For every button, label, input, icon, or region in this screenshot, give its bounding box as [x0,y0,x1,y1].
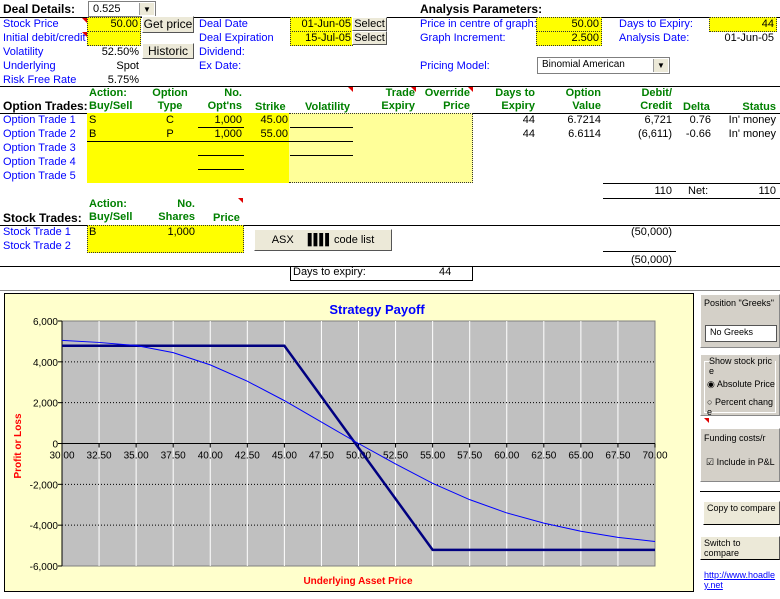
x-tick-label: 67.50 [605,451,630,462]
y-tick-label: -4,000 [30,521,59,532]
include-pl-checkbox[interactable]: ☑ Include in P&L [706,457,778,467]
percent-change-radio[interactable]: ○ Percent change [707,397,777,417]
y-tick-label: 4,000 [33,358,58,369]
x-tick-label: 60.00 [494,451,519,462]
greeks-title: Position "Greeks" [704,298,774,308]
option-status: In' money [728,128,776,140]
x-tick-label: 40.00 [198,451,223,462]
y-tick-label: -2,000 [30,480,59,491]
x-tick-label: 37.50 [161,451,186,462]
x-tick-label: 55.00 [420,451,445,462]
option-status: In' money [728,114,776,126]
payoff-chart-svg: 30.00 32.50 35.00 37.50 40.00 42.50 45.00 47.50… [13,302,668,587]
y-axis-label: Profit or Loss [13,413,24,478]
x-tick-label: 57.50 [457,451,482,462]
show-stock-group: Show stock price ◉ Absolute Price ○ Perc… [700,354,780,417]
y-tick-label: 6,000 [33,317,58,328]
funding-title: Funding costs/r [704,433,766,443]
x-tick-label: 62.50 [531,451,556,462]
copy-to-compare-button[interactable]: Copy to compare [703,501,780,525]
website-link[interactable]: http://www.hoadley.net [704,570,778,590]
absolute-price-radio[interactable]: ◉ Absolute Price [707,379,777,389]
x-tick-label: 65.00 [568,451,593,462]
x-tick-label: 52.50 [383,451,408,462]
adate-value: 01-Jun-05 [724,32,774,44]
x-tick-label: 70.00 [642,451,667,462]
col-status: Status [742,101,776,113]
y-tick-label: 2,000 [33,399,58,410]
chart-title: Strategy Payoff [329,302,425,317]
switch-to-compare-button[interactable]: Switch to compare [700,536,780,560]
greeks-select[interactable]: No Greeks [705,325,777,342]
x-tick-label: 45.00 [272,451,297,462]
x-tick-label: 47.50 [309,451,334,462]
greeks-group: Position "Greeks" No Greeks [700,294,780,348]
x-axis-label: Underlying Asset Price [303,576,413,587]
x-tick-label: 35.00 [124,451,149,462]
x-tick-label: 32.50 [87,451,112,462]
x-tick-label: 42.50 [235,451,260,462]
y-tick-label: -6,000 [30,562,59,573]
funding-group: Funding costs/r ☑ Include in P&L [700,428,780,482]
show-stock-title: Show stock price [709,356,775,376]
dte-input[interactable]: 44 [709,17,777,32]
net-value: 110 [758,185,776,197]
y-tick-label: 0 [52,440,58,451]
